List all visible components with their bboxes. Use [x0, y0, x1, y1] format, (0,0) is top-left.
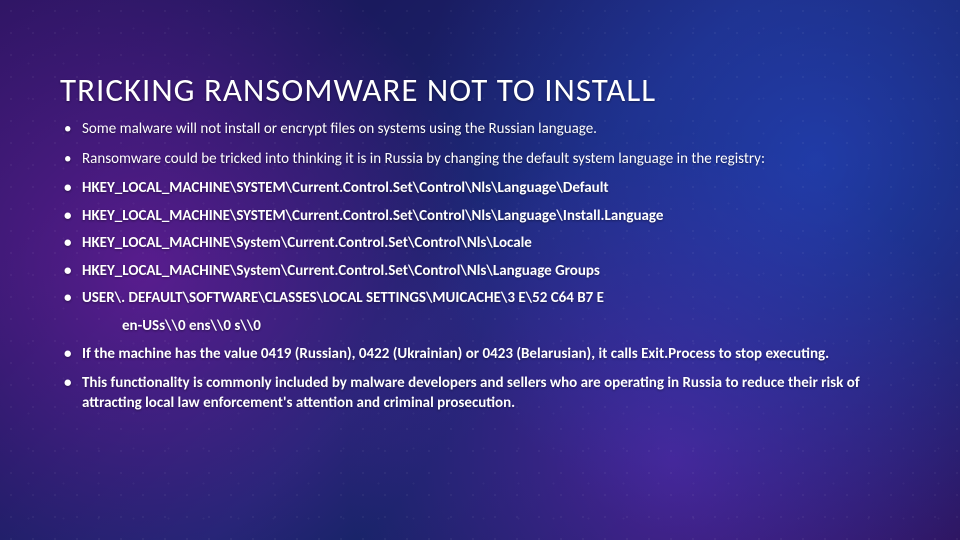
bullet-list-bottom: If the machine has the value 0419 (Russi… [60, 345, 900, 414]
bullet-item: This functionality is commonly included … [60, 374, 900, 413]
bullet-item: If the machine has the value 0419 (Russi… [60, 345, 900, 365]
bullet-item: USER\. DEFAULT\SOFTWARE\CLASSES\LOCAL SE… [60, 289, 900, 309]
bullet-item: HKEY_LOCAL_MACHINE\System\Current.Contro… [60, 234, 900, 254]
bullet-item: HKEY_LOCAL_MACHINE\SYSTEM\Current.Contro… [60, 179, 900, 199]
slide-title: TRICKING RANSOMWARE NOT TO INSTALL [60, 70, 900, 110]
slide-container: TRICKING RANSOMWARE NOT TO INSTALL Some … [0, 0, 960, 540]
bullet-item: HKEY_LOCAL_MACHINE\System\Current.Contro… [60, 262, 900, 282]
bullet-item: Some malware will not install or encrypt… [60, 120, 900, 140]
bullet-list-top: Some malware will not install or encrypt… [60, 120, 900, 309]
bullet-item: HKEY_LOCAL_MACHINE\SYSTEM\Current.Contro… [60, 207, 900, 227]
sub-indent-text: en-USs\\0 ens\\0 s\\0 [122, 317, 900, 335]
bullet-item: Ransomware could be tricked into thinkin… [60, 150, 900, 170]
